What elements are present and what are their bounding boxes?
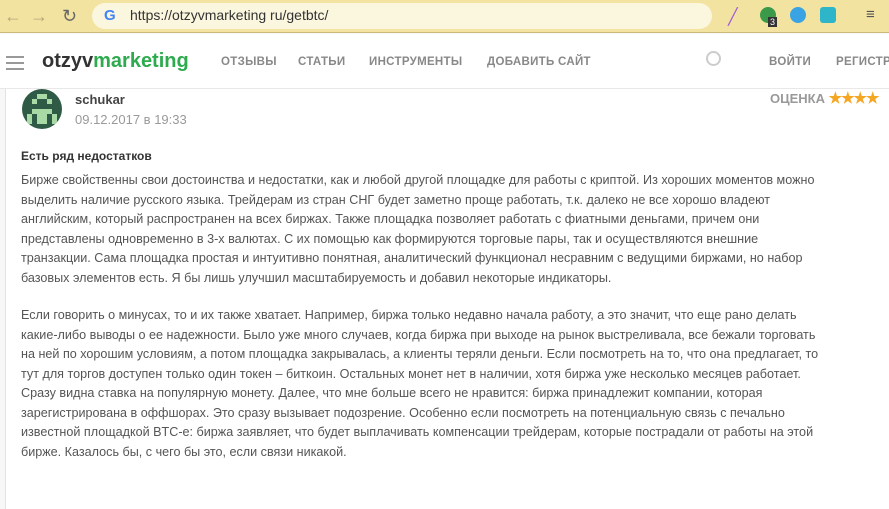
browser-toolbar: ← → ↻ G https://otzyvmarketing ru/getbtc… (0, 0, 889, 33)
nav-articles[interactable]: СТАТЬИ (298, 56, 345, 68)
hamburger-icon[interactable] (6, 56, 24, 74)
url-text: https://otzyvmarketing ru/getbtc/ (130, 7, 329, 23)
search-icon[interactable] (706, 51, 721, 66)
play-extension-icon[interactable] (820, 7, 836, 23)
reload-icon[interactable]: ↻ (62, 6, 77, 27)
address-bar[interactable]: G https://otzyvmarketing ru/getbtc/ (92, 3, 712, 29)
menu-icon[interactable]: ≡ (866, 6, 875, 23)
site-logo[interactable]: otzyvmarketing (42, 50, 189, 73)
nav-tools[interactable]: ИНСТРУМЕНТЫ (369, 56, 462, 68)
login-link[interactable]: ВОЙТИ (769, 56, 811, 68)
nav-reviews[interactable]: ОТЗЫВЫ (221, 56, 277, 68)
rating-stars: ★★★★ (828, 90, 880, 107)
review-paragraph-2: Если говорить о минусах, то и их также х… (21, 308, 819, 459)
rating: ОЦЕНКА ★★★★ (770, 90, 880, 107)
back-icon[interactable]: ← (4, 6, 22, 27)
google-icon: G (104, 7, 116, 24)
review-date: 09.12.2017 в 19:33 (75, 112, 187, 127)
site-header: otzyvmarketing ОТЗЫВЫ СТАТЬИ ИНСТРУМЕНТЫ… (0, 34, 889, 89)
extension-badge: 3 (768, 17, 778, 27)
review-title: Есть ряд недостатков (21, 149, 152, 163)
forward-icon[interactable]: → (30, 6, 48, 27)
vk-extension-icon[interactable] (790, 7, 806, 23)
review-paragraph-1: Бирже свойственны свои достоинства и нед… (21, 173, 815, 285)
avatar (22, 89, 62, 129)
review-author[interactable]: schukar (75, 92, 125, 107)
pen-extension-icon[interactable]: ╱ (728, 7, 744, 26)
register-link[interactable]: РЕГИСТР (836, 56, 889, 68)
review-card: schukar 09.12.2017 в 19:33 ОЦЕНКА ★★★★ Е… (5, 89, 889, 509)
nav-add-site[interactable]: ДОБАВИТЬ САЙТ (487, 56, 591, 68)
